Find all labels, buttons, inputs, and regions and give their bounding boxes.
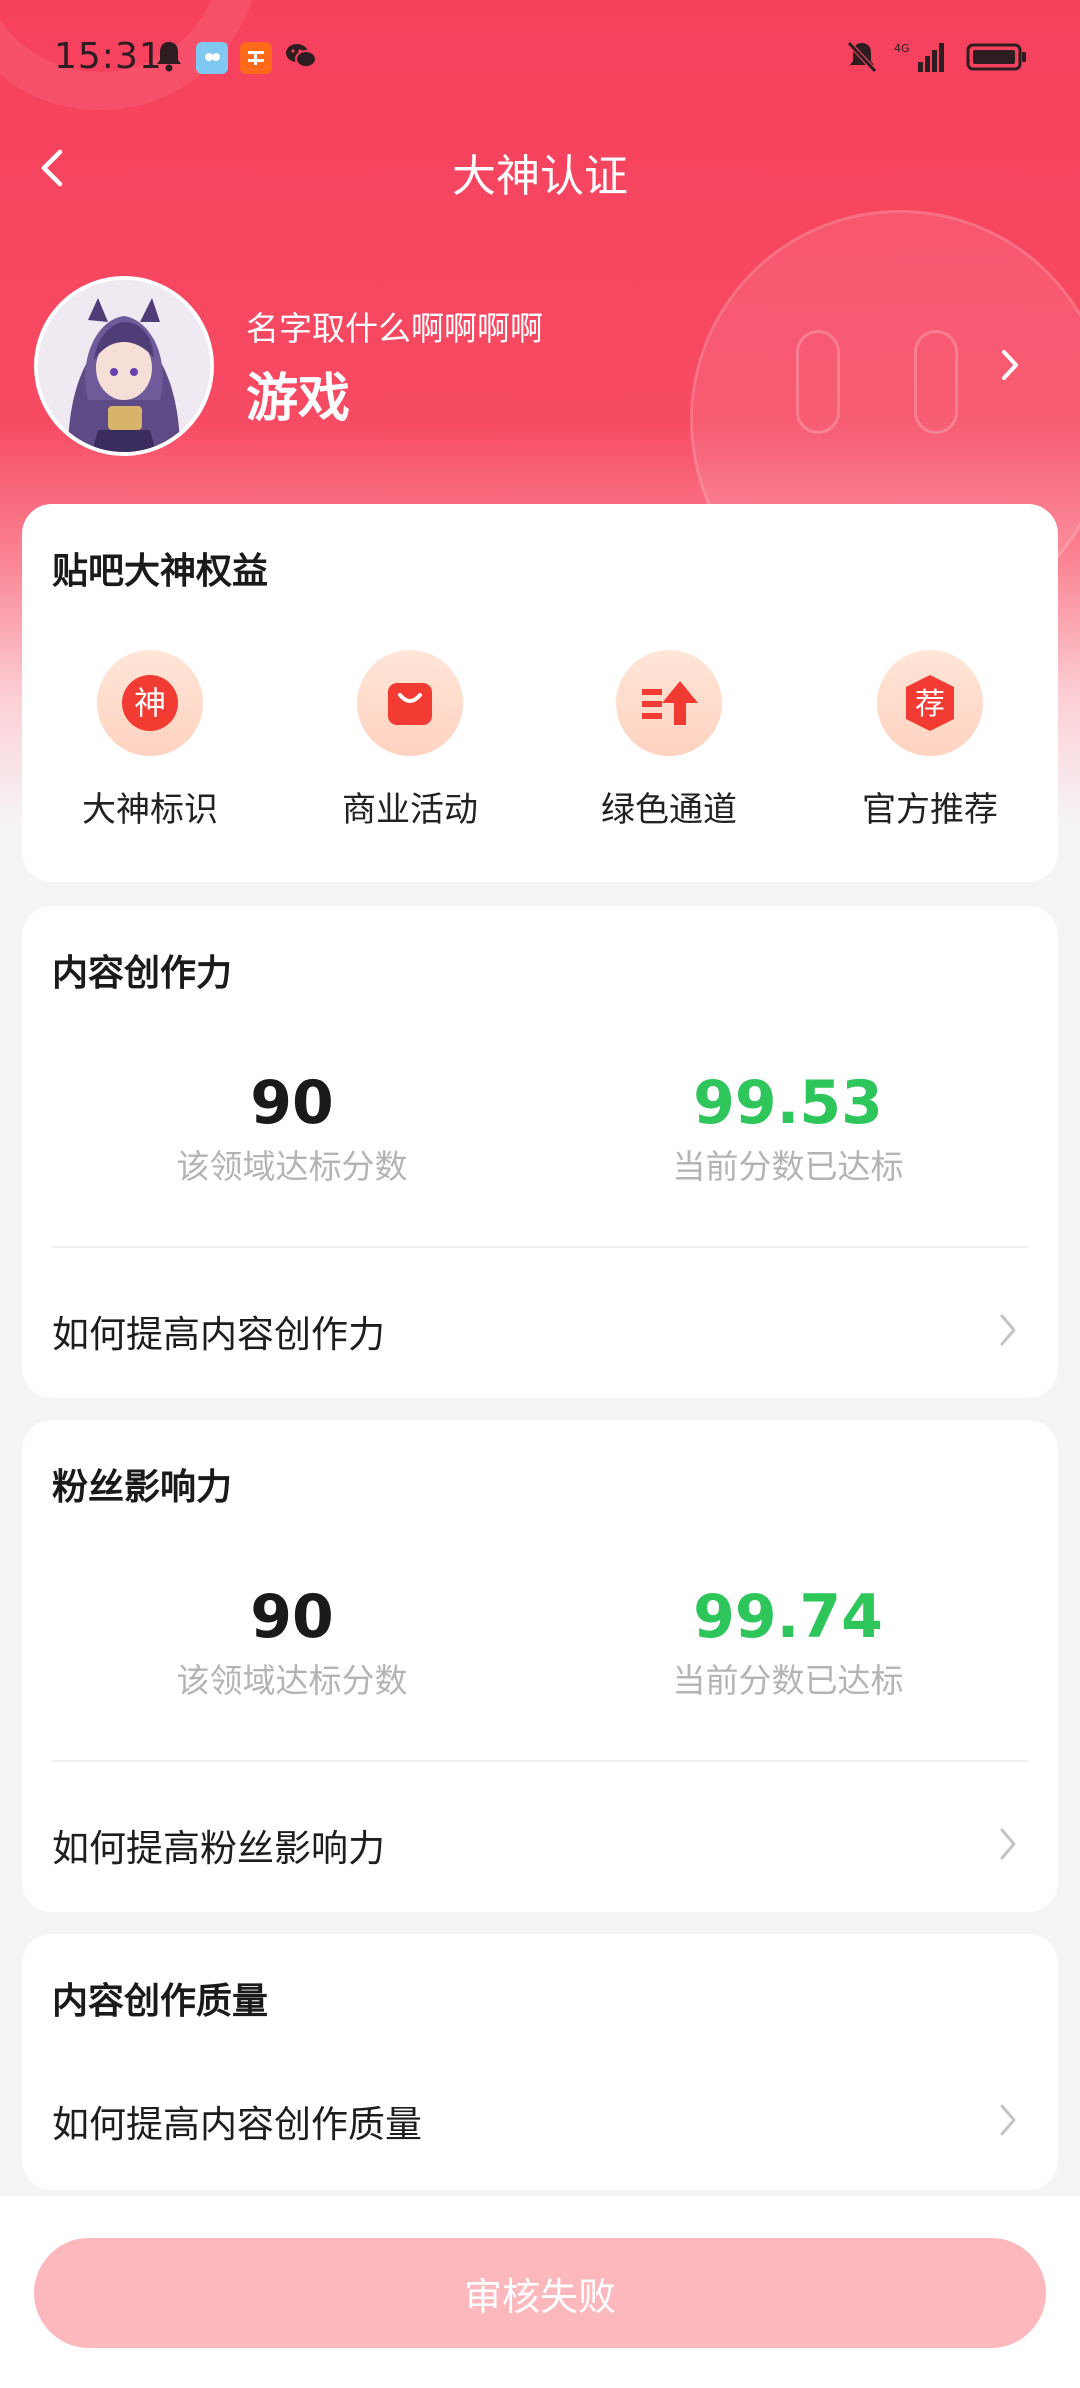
user-name: 名字取什么啊啊啊啊: [246, 309, 543, 348]
chevron-right-icon: [1000, 1314, 1016, 1346]
divider: [52, 1760, 1028, 1762]
decorative-pill: [796, 330, 840, 434]
content-power-card: 内容创作力 90 该领域达标分数 99.53 当前分数已达标 如何提高内容创作力: [22, 906, 1058, 1398]
benefits-title: 贴吧大神权益: [52, 551, 269, 592]
decorative-pill: [914, 330, 958, 434]
improve-fan-influence-link[interactable]: 如何提高粉丝影响力: [22, 1788, 1058, 1888]
profile-detail-button[interactable]: [990, 340, 1030, 390]
benefit-item-fast-track[interactable]: 绿色通道: [569, 650, 769, 831]
chevron-right-icon: [1002, 350, 1018, 380]
divider: [52, 1246, 1028, 1248]
system-status-icons: 4G: [846, 40, 1028, 78]
svg-text:神: 神: [134, 684, 166, 722]
app-notification-icon: [196, 42, 228, 74]
status-bar: 15:31 4G: [0, 0, 1080, 118]
target-score-value: 90: [250, 1582, 334, 1652]
current-score: 99.74 当前分数已达标: [578, 1584, 998, 1702]
benefit-label: 官方推荐: [862, 790, 998, 830]
wechat-icon: [284, 41, 318, 75]
svg-text:4G: 4G: [894, 42, 910, 55]
content-quality-card: 内容创作质量 如何提高内容创作质量: [22, 1934, 1058, 2190]
fan-influence-card: 粉丝影响力 90 该领域达标分数 99.74 当前分数已达标 如何提高粉丝影响力: [22, 1420, 1058, 1912]
avatar[interactable]: [34, 276, 214, 456]
benefit-item-recommend[interactable]: 荐 官方推荐: [830, 650, 1030, 831]
current-score-value: 99.53: [693, 1068, 883, 1138]
benefits-card: 贴吧大神权益 神 大神标识 商业活动 绿色通道 荐 官方推荐: [22, 504, 1058, 882]
benefit-label: 商业活动: [342, 790, 478, 830]
page-title: 大神认证: [452, 151, 628, 202]
notification-icons: [154, 40, 318, 76]
taobao-notification-icon: [240, 42, 272, 74]
svg-text:荐: 荐: [915, 687, 945, 722]
link-label: 如何提高内容创作质量: [52, 2103, 422, 2146]
target-score-value: 90: [250, 1068, 334, 1138]
status-time: 15:31: [54, 36, 163, 77]
benefit-item-god-badge[interactable]: 神 大神标识: [50, 650, 250, 831]
target-score-caption: 该领域达标分数: [176, 1661, 408, 1700]
current-score-value: 99.74: [693, 1582, 883, 1652]
fan-influence-title: 粉丝影响力: [52, 1467, 233, 1508]
link-label: 如何提高粉丝影响力: [52, 1827, 385, 1870]
link-label: 如何提高内容创作力: [52, 1313, 385, 1356]
chevron-right-icon: [1000, 1828, 1016, 1860]
current-score: 99.53 当前分数已达标: [578, 1070, 998, 1188]
chevron-right-icon: [1000, 2104, 1016, 2136]
fast-track-icon: [616, 650, 722, 756]
target-score: 90 该领域达标分数: [82, 1070, 502, 1188]
review-status-button[interactable]: 审核失败: [34, 2238, 1046, 2348]
current-score-caption: 当前分数已达标: [672, 1661, 904, 1700]
battery-icon: [966, 42, 1028, 76]
shopping-bag-icon: [357, 650, 463, 756]
benefit-label: 大神标识: [82, 790, 218, 830]
recommend-icon: 荐: [877, 650, 983, 756]
current-score-caption: 当前分数已达标: [672, 1147, 904, 1186]
target-score-caption: 该领域达标分数: [176, 1147, 408, 1186]
benefit-item-commercial[interactable]: 商业活动: [310, 650, 510, 831]
improve-content-quality-link[interactable]: 如何提高内容创作质量: [22, 2064, 1058, 2164]
content-quality-title: 内容创作质量: [52, 1981, 269, 2022]
god-badge-icon: 神: [97, 650, 203, 756]
content-power-title: 内容创作力: [52, 953, 233, 994]
user-domain: 游戏: [246, 369, 351, 429]
page: 15:31 4G 大神认证 名字取什么啊啊啊啊 游戏 贴吧大神权益 神 大神标识…: [0, 0, 1080, 2388]
avatar-image: [38, 280, 210, 452]
benefit-label: 绿色通道: [601, 790, 737, 830]
signal-icon: 4G: [894, 40, 950, 78]
mute-icon: [846, 40, 878, 78]
bell-icon: [154, 40, 184, 76]
improve-content-power-link[interactable]: 如何提高内容创作力: [22, 1274, 1058, 1374]
target-score: 90 该领域达标分数: [82, 1584, 502, 1702]
